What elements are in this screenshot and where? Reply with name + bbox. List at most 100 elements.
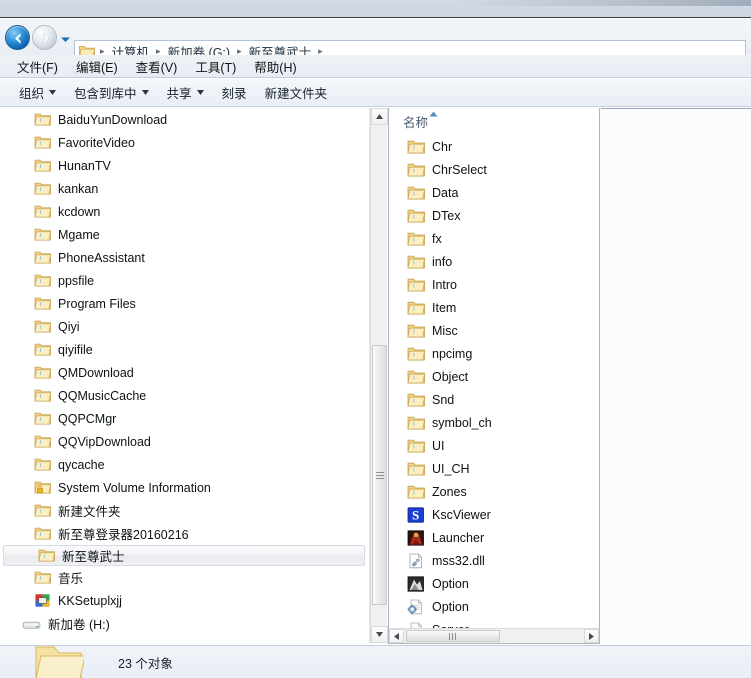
nav-item[interactable]: QQMusicCache xyxy=(0,384,369,407)
sort-ascending-icon xyxy=(429,111,438,117)
file-list-item[interactable]: Option xyxy=(389,595,599,618)
nav-item[interactable]: Qiyi xyxy=(0,315,369,338)
menu-view[interactable]: 查看(V) xyxy=(127,55,187,78)
file-list-item-label: Zones xyxy=(432,484,467,499)
nav-item[interactable]: kcdown xyxy=(0,200,369,223)
file-list-item[interactable]: fx xyxy=(389,227,599,250)
file-list-item[interactable]: symbol_ch xyxy=(389,411,599,434)
scroll-down-button[interactable] xyxy=(371,626,388,643)
toolbar-share[interactable]: 共享 xyxy=(158,80,213,105)
file-list-item[interactable]: info xyxy=(389,250,599,273)
folder-icon xyxy=(34,204,51,219)
back-button[interactable] xyxy=(5,25,30,50)
menu-item-label: 工具(T) xyxy=(195,60,237,75)
scroll-left-button[interactable] xyxy=(389,629,404,643)
folder-icon xyxy=(34,411,51,426)
file-list-item[interactable]: Item xyxy=(389,296,599,319)
file-list-item-label: Chr xyxy=(432,139,453,154)
menu-tools[interactable]: 工具(T) xyxy=(186,55,245,78)
file-list-item[interactable]: DTex xyxy=(389,204,599,227)
nav-item[interactable]: Program Files xyxy=(0,292,369,315)
nav-item[interactable]: KKSetuplxjj xyxy=(0,589,369,612)
folder-icon xyxy=(407,277,425,293)
toolbar-burn[interactable]: 刻录 xyxy=(213,80,256,105)
file-list-item[interactable]: UI_CH xyxy=(389,457,599,480)
nav-item[interactable]: qycache xyxy=(0,453,369,476)
folder-icon xyxy=(407,162,425,178)
nav-item-selected[interactable]: 新至尊武士 xyxy=(3,545,365,566)
toolbar-include-in-library[interactable]: 包含到库中 xyxy=(65,80,158,105)
nav-item-label: QMDownload xyxy=(58,365,134,380)
app-icon xyxy=(34,593,51,608)
navigation-pane-scrollbar[interactable] xyxy=(370,108,388,643)
folder-icon xyxy=(34,135,51,150)
scroll-up-button[interactable] xyxy=(371,108,388,125)
explorer-window: ▸ 计算机 ▸ 新加卷 (G:) ▸ 新至尊武士 ▸ 文件(F) 编辑(E) 查看(… xyxy=(0,0,751,678)
nav-item[interactable]: QQVipDownload xyxy=(0,430,369,453)
nav-item-label: kcdown xyxy=(58,204,101,219)
file-list-item[interactable]: Object xyxy=(389,365,599,388)
file-list-item[interactable]: UI xyxy=(389,434,599,457)
file-list: Chr ChrSelect Data DTex fx info Intro Item Misc n… xyxy=(389,135,599,643)
navigation-pane[interactable]: BaiduYunDownload FavoriteVideo HunanTV kank… xyxy=(0,108,370,643)
nav-item[interactable]: ppsfile xyxy=(0,269,369,292)
nav-item[interactable]: Mgame xyxy=(0,223,369,246)
forward-button[interactable] xyxy=(32,25,57,50)
folder-icon xyxy=(34,570,51,585)
toolbar-item-label: 组织 xyxy=(19,87,45,101)
nav-item-label: System Volume Information xyxy=(58,480,211,495)
nav-item[interactable]: PhoneAssistant xyxy=(0,246,369,269)
menu-bar: 文件(F) 编辑(E) 查看(V) 工具(T) 帮助(H) xyxy=(0,55,751,78)
folder-icon xyxy=(407,231,425,247)
nav-item[interactable]: HunanTV xyxy=(0,154,369,177)
nav-item[interactable]: 音乐 xyxy=(0,566,369,589)
folder-icon xyxy=(407,139,425,155)
column-header-name[interactable]: 名称 xyxy=(389,108,599,135)
hscrollbar-thumb[interactable] xyxy=(406,630,500,642)
file-list-item[interactable]: Misc xyxy=(389,319,599,342)
file-list-item[interactable]: Chr xyxy=(389,135,599,158)
file-list-pane[interactable]: 名称 Chr ChrSelect Data DTex fx info Intro Item Mi… xyxy=(388,108,600,643)
toolbar-new-folder[interactable]: 新建文件夹 xyxy=(256,80,337,105)
nav-item[interactable]: QMDownload xyxy=(0,361,369,384)
file-list-item[interactable]: Option xyxy=(389,572,599,595)
nav-item[interactable]: 新至尊登录器20160216 xyxy=(0,522,369,545)
nav-item[interactable]: 新建文件夹 xyxy=(0,499,369,522)
file-list-item[interactable]: Data xyxy=(389,181,599,204)
folder-icon xyxy=(407,346,425,362)
scrollbar-thumb[interactable] xyxy=(372,345,387,605)
folder-icon xyxy=(407,438,425,454)
nav-item[interactable]: BaiduYunDownload xyxy=(0,108,369,131)
nav-item[interactable]: System Volume Information xyxy=(0,476,369,499)
file-list-item[interactable]: Zones xyxy=(389,480,599,503)
nav-item[interactable]: kankan xyxy=(0,177,369,200)
folder-icon-large xyxy=(35,646,84,678)
folder-icon xyxy=(34,457,51,472)
nav-item-label: ppsfile xyxy=(58,273,95,288)
file-list-item[interactable]: Intro xyxy=(389,273,599,296)
toolbar-item-label: 刻录 xyxy=(221,87,247,101)
file-list-item-label: UI_CH xyxy=(432,461,470,476)
caret-left-icon xyxy=(394,632,399,640)
file-list-item[interactable]: npcimg xyxy=(389,342,599,365)
nav-item[interactable]: qiyifile xyxy=(0,338,369,361)
file-list-item[interactable]: mss32.dll xyxy=(389,549,599,572)
file-list-item[interactable]: ChrSelect xyxy=(389,158,599,181)
nav-item-label: 新加卷 (H:) xyxy=(48,618,110,632)
file-list-item[interactable]: Snd xyxy=(389,388,599,411)
nav-item[interactable]: 新加卷 (H:) xyxy=(0,612,369,635)
nav-item[interactable]: QQPCMgr xyxy=(0,407,369,430)
file-pane-hscrollbar[interactable] xyxy=(388,628,600,644)
menu-file[interactable]: 文件(F) xyxy=(8,55,67,78)
toolbar-organize[interactable]: 组织 xyxy=(10,80,65,105)
nav-item[interactable]: FavoriteVideo xyxy=(0,131,369,154)
file-list-item[interactable]: Launcher xyxy=(389,526,599,549)
scroll-right-button[interactable] xyxy=(584,629,599,643)
menu-edit[interactable]: 编辑(E) xyxy=(67,55,127,78)
menu-item-label: 帮助(H) xyxy=(254,60,297,75)
menu-help[interactable]: 帮助(H) xyxy=(245,55,305,78)
file-list-item[interactable]: S KscViewer xyxy=(389,503,599,526)
history-dropdown-button[interactable] xyxy=(60,33,71,42)
nav-item-label: qycache xyxy=(58,457,105,472)
folder-icon xyxy=(407,300,425,316)
